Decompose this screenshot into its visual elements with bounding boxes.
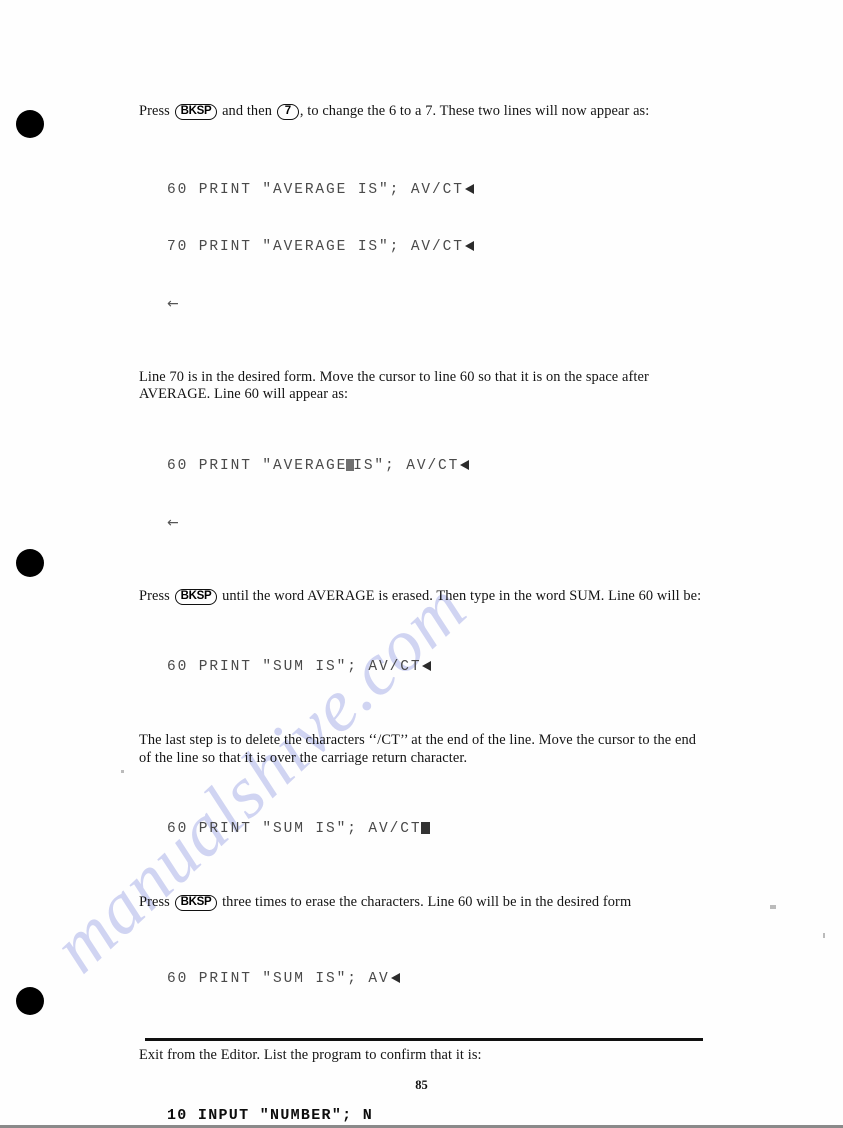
hole-punch-mark-middle [16,549,44,577]
editor-end-marker: ← [167,295,181,312]
editor-line-text-before-cursor: 60 PRINT "AVERAGE [167,457,348,474]
carriage-return-icon [460,459,470,470]
carriage-return-icon [422,661,432,671]
editor-line-text: 70 PRINT "AVERAGE IS"; AV/CT [167,238,464,255]
editor-listing-5: 60 PRINT "SUM IS"; AV [167,932,705,1027]
editor-line: 60 PRINT "SUM IS"; AV/CT [167,658,705,677]
hole-punch-mark-top [16,110,44,138]
page-content: Press BKSP and then 7, to change the 6 t… [139,103,705,1128]
scan-speck [770,905,776,909]
paragraph-3-post-text: until the word AVERAGE is erased. Then t… [222,587,702,604]
instruction-paragraph-4: The last step is to delete the character… [139,732,697,766]
instruction-paragraph-2: Line 70 is in the desired form. Move the… [139,368,649,403]
editor-listing-1: 60 PRINT "AVERAGE IS"; AV/CT 70 PRINT "A… [167,143,705,352]
instruction-paragraph-3: Press BKSP until the word AVERAGE is era… [139,588,705,606]
editor-line-text: 60 PRINT "SUM IS"; AV/CT [167,659,422,675]
instruction-paragraph-6: Exit from the Editor. List the program t… [139,1046,482,1063]
editor-line-text: 60 PRINT "AVERAGE IS"; AV/CT [167,181,464,198]
bksp-key-glyph: BKSP [174,104,218,120]
paragraph-3-pre-text: Press [139,587,170,604]
scan-speck [823,933,825,938]
instruction-paragraph-5: Press BKSP three times to erase the char… [139,894,705,912]
editor-listing-4: 60 PRINT "SUM IS"; AV/CT [167,782,705,877]
paragraph-1-post-text: , to change the 6 to a 7. These two line… [299,103,650,119]
editor-line: 60 PRINT "SUM IS"; AV [167,970,705,989]
editor-listing-3: 60 PRINT "SUM IS"; AV/CT [167,620,705,715]
text-cursor-block [421,822,431,834]
scan-speck [121,770,124,773]
page-number: 85 [415,1078,428,1092]
editor-line: 60 PRINT "AVERAGE IS"; AV/CT [167,181,705,200]
bksp-key-glyph: BKSP [174,895,218,911]
hole-punch-mark-bottom [16,987,44,1015]
instruction-paragraph-1: Press BKSP and then 7, to change the 6 t… [139,103,705,121]
seven-key-glyph: 7 [276,104,299,120]
editor-line-text: 60 PRINT "SUM IS"; AV/CT [167,821,422,837]
program-listing-line: 10 INPUT "NUMBER"; N [167,1107,374,1124]
editor-line: 70 PRINT "AVERAGE IS"; AV/CT [167,238,705,257]
carriage-return-icon [464,183,474,194]
scanned-manual-page: manualshive.com Press BKSP and then 7, t… [0,0,843,1128]
editor-line-text-after-cursor: IS"; AV/CT [353,457,460,474]
editor-line: 60 PRINT "AVERAGE IS"; AV/CT [167,457,705,476]
editor-listing-2: 60 PRINT "AVERAGE IS"; AV/CT ← [167,419,705,571]
paragraph-5-pre-text: Press [139,894,170,910]
paragraph-1-pre-text: Press [139,103,170,119]
paragraph-1-mid-text: and then [222,103,273,119]
editor-line: 60 PRINT "SUM IS"; AV/CT [167,820,705,839]
editor-end-marker: ← [167,514,181,531]
carriage-return-icon [390,972,400,983]
carriage-return-icon [464,240,474,251]
footer-divider [145,1038,703,1041]
paragraph-5-post-text: three times to erase the characters. Lin… [222,894,632,910]
editor-line-text: 60 PRINT "SUM IS"; AV [167,970,390,987]
bksp-key-glyph: BKSP [174,588,218,605]
